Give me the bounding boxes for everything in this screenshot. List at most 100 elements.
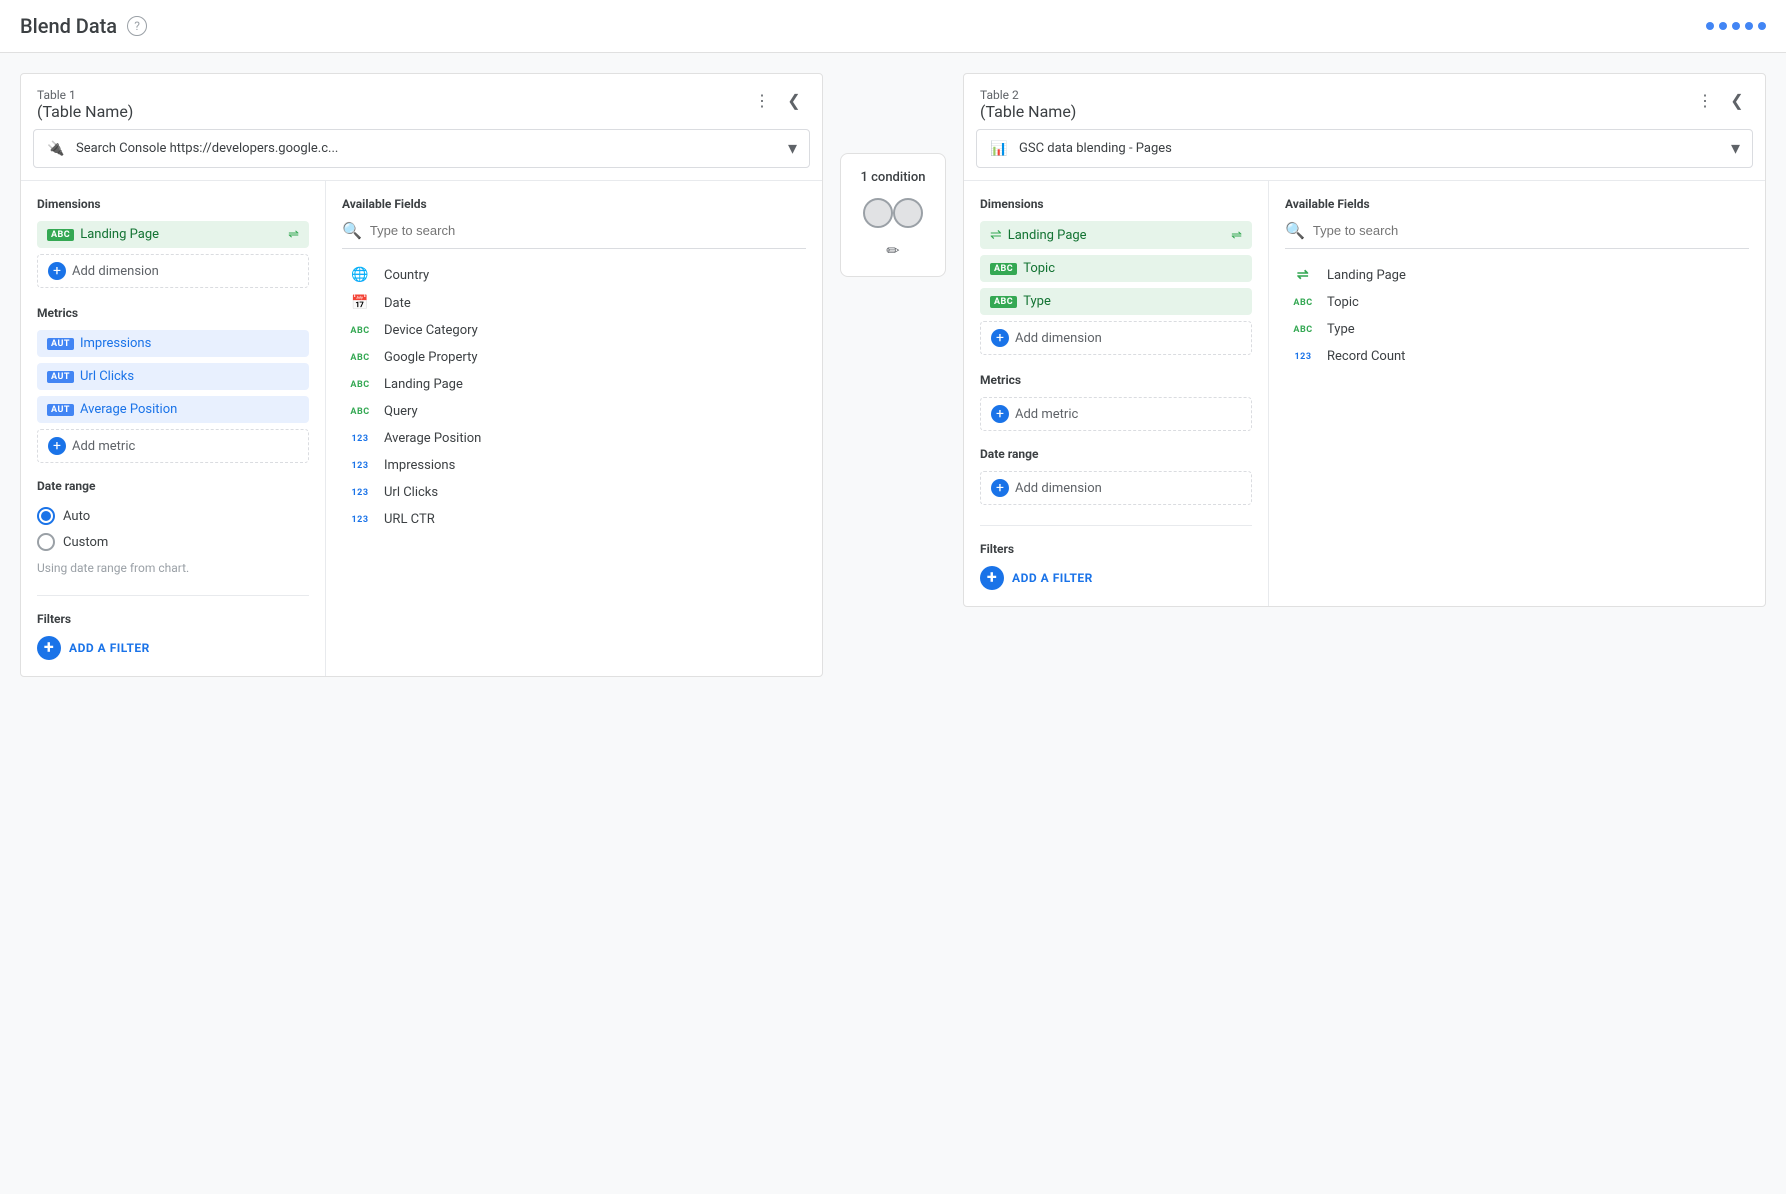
table2-ds-icon: 📊 <box>989 139 1009 159</box>
table1-field-query[interactable]: ABC Query <box>342 398 806 425</box>
table1-field-impressions[interactable]: 123 Impressions <box>342 452 806 479</box>
table1-filter-plus-icon: + <box>37 636 61 660</box>
table1-metric-avgpos[interactable]: AUT Average Position <box>37 396 309 423</box>
table1-radio-auto-outer <box>37 507 55 525</box>
table1-custom-label: Custom <box>63 535 108 550</box>
table2-field-recordcount[interactable]: 123 Record Count <box>1285 343 1749 370</box>
table1-field-date-label: Date <box>384 296 411 311</box>
table1-filters: Filters + ADD A FILTER <box>37 595 309 660</box>
edit-condition-icon[interactable]: ✏ <box>886 241 899 260</box>
table2-add-filter-date-btn[interactable]: + Add dimension <box>980 471 1252 505</box>
table1-field-urlctr-label: URL CTR <box>384 512 435 527</box>
table1-field-landingpage[interactable]: ABC Landing Page <box>342 371 806 398</box>
table2-dim-abc2: ABC <box>990 296 1017 308</box>
table1-ds-text: Search Console https://developers.google… <box>76 141 778 156</box>
table1-dim-type-badge: ABC <box>47 229 74 241</box>
table2-more-icon[interactable]: ⋮ <box>1693 88 1717 112</box>
table2-add-metric-btn[interactable]: + Add metric <box>980 397 1252 431</box>
table1-field-googleprop[interactable]: ABC Google Property <box>342 344 806 371</box>
table1-datasource-selector[interactable]: 🔌 Search Console https://developers.goog… <box>33 129 810 168</box>
table2-search-box: 🔍 <box>1285 221 1749 249</box>
table1-radio-auto[interactable]: Auto <box>37 503 309 529</box>
table1-field-avgpos[interactable]: 123 Average Position <box>342 425 806 452</box>
table2-search-icon: 🔍 <box>1285 221 1305 240</box>
table2-dim-landingpage[interactable]: ⇌ Landing Page ⇌ <box>980 221 1252 249</box>
table2-field-landingpage[interactable]: ⇌ Landing Page <box>1285 261 1749 289</box>
table1-metric-avgpos-label: Average Position <box>80 402 177 417</box>
table1-fields-title: Available Fields <box>342 197 806 211</box>
table1-dim-landing-page[interactable]: ABC Landing Page ⇌ <box>37 221 309 248</box>
table2-field-topic[interactable]: ABC Topic <box>1285 289 1749 316</box>
table1-field-123-2: 123 <box>346 461 374 471</box>
table1-dim-label: Landing Page <box>80 227 159 242</box>
join-condition-box[interactable]: 1 condition ✏ <box>840 153 947 277</box>
table1-field-cal1: 📅 <box>346 295 374 311</box>
table1-metric-urlclicks-label: Url Clicks <box>80 369 134 384</box>
table2-filters-title: Filters <box>980 542 1252 556</box>
header: Blend Data ? <box>0 0 1786 53</box>
table1-metrics-title: Metrics <box>37 306 309 320</box>
table2-field-type[interactable]: ABC Type <box>1285 316 1749 343</box>
table1-metric-impressions[interactable]: AUT Impressions <box>37 330 309 357</box>
table2-field-link1: ⇌ <box>1289 267 1317 283</box>
table1-dimensions-title: Dimensions <box>37 197 309 211</box>
table2-panel: Table 2 (Table Name) ⋮ ❮ 📊 GSC data blen… <box>963 73 1766 607</box>
help-icon[interactable]: ? <box>127 16 147 36</box>
table2-field-rc-label: Record Count <box>1327 349 1405 364</box>
table1-field-lp-label: Landing Page <box>384 377 463 392</box>
table1-ds-arrow: ▾ <box>788 138 797 159</box>
table1-metric-aut1: AUT <box>47 338 74 350</box>
table1-name: (Table Name) <box>37 102 133 121</box>
table1-field-device[interactable]: ABC Device Category <box>342 317 806 344</box>
table2-name: (Table Name) <box>980 102 1076 121</box>
table1-header: Table 1 (Table Name) ⋮ ❮ <box>21 74 822 129</box>
table1-metric-urlclicks[interactable]: AUT Url Clicks <box>37 363 309 390</box>
table1-auto-label: Auto <box>63 509 90 524</box>
table1-add-metric-label: Add metric <box>72 439 135 454</box>
table1-title-block: Table 1 (Table Name) <box>37 88 133 121</box>
table1-radio-custom[interactable]: Custom <box>37 529 309 555</box>
table1-panel: Table 1 (Table Name) ⋮ ❮ 🔌 Search Consol… <box>20 73 823 677</box>
table2-dim-topic-label: Topic <box>1023 261 1055 276</box>
table2-dim-type-label: Type <box>1023 294 1051 309</box>
table2-ds-text: GSC data blending - Pages <box>1019 141 1721 156</box>
table2-dim-topic[interactable]: ABC Topic <box>980 255 1252 282</box>
table1-add-filter-btn[interactable]: + ADD A FILTER <box>37 636 309 660</box>
table2-add-filter-date-icon: + <box>991 479 1009 497</box>
table1-collapse-icon[interactable]: ❮ <box>782 88 806 112</box>
table1-field-date[interactable]: 📅 Date <box>342 289 806 317</box>
table1-add-metric-icon: + <box>48 437 66 455</box>
table2-date-range: Date range + Add dimension <box>980 447 1252 505</box>
table1-field-urlctr[interactable]: 123 URL CTR <box>342 506 806 533</box>
dot-4 <box>1745 22 1753 30</box>
table1-search-box: 🔍 <box>342 221 806 249</box>
table1-field-country[interactable]: 🌐 Country <box>342 261 806 289</box>
table1-more-icon[interactable]: ⋮ <box>750 88 774 112</box>
table1-field-urlclicks[interactable]: 123 Url Clicks <box>342 479 806 506</box>
table1-date-hint: Using date range from chart. <box>37 561 309 575</box>
table1-date-range: Date range Auto Custom Using date range … <box>37 479 309 575</box>
table2-add-dimension-btn[interactable]: + Add dimension <box>980 321 1252 355</box>
table1-subtitle: Table 1 <box>37 88 133 102</box>
table2-date-range-title: Date range <box>980 447 1252 461</box>
dot-2 <box>1719 22 1727 30</box>
table2-datasource-selector[interactable]: 📊 GSC data blending - Pages ▾ <box>976 129 1753 168</box>
table2-add-filter-date-label: Add dimension <box>1015 481 1102 496</box>
table1-radio-custom-outer <box>37 533 55 551</box>
join-condition-label: 1 condition <box>861 170 926 185</box>
table2-search-input[interactable] <box>1313 223 1749 238</box>
table1-add-dimension-label: Add dimension <box>72 264 159 279</box>
table1-metric-aut2: AUT <box>47 371 74 383</box>
table2-dimensions-title: Dimensions <box>980 197 1252 211</box>
table2-add-filter-btn[interactable]: + ADD A FILTER <box>980 566 1252 590</box>
table1-add-filter-label: ADD A FILTER <box>69 641 150 655</box>
table1-add-dimension-btn[interactable]: + Add dimension <box>37 254 309 288</box>
table2-collapse-icon[interactable]: ❮ <box>1725 88 1749 112</box>
table2-dim-type[interactable]: ABC Type <box>980 288 1252 315</box>
table2-field-123-1: 123 <box>1289 352 1317 362</box>
table1-ds-icon: 🔌 <box>46 139 66 159</box>
table2-subtitle: Table 2 <box>980 88 1076 102</box>
table1-search-input[interactable] <box>370 223 806 238</box>
table1-add-metric-btn[interactable]: + Add metric <box>37 429 309 463</box>
table1-actions: ⋮ ❮ <box>750 88 806 112</box>
